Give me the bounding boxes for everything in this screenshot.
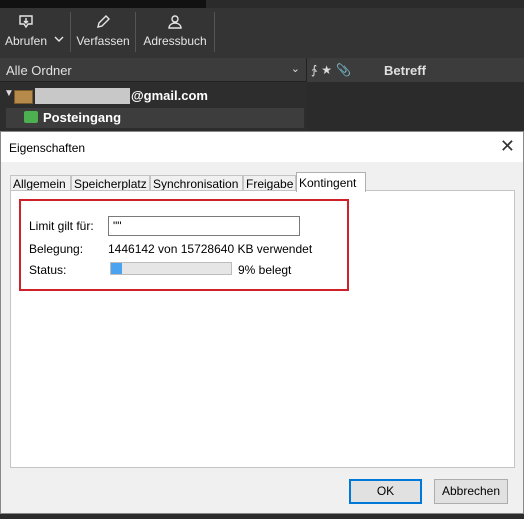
kontingent-panel: Limit gilt für: Belegung: 1446142 von 15… — [10, 190, 515, 468]
quota-progress-bar — [110, 262, 232, 275]
ok-button[interactable]: OK — [349, 479, 422, 504]
dialog-title: Eigenschaften — [9, 141, 86, 155]
redacted-email — [35, 88, 130, 104]
chevron-down-icon — [54, 36, 64, 42]
folder-pane-header[interactable]: Alle Ordner ⌄ — [0, 58, 306, 82]
usage-value: 1446142 von 15728640 KB verwendet — [108, 242, 313, 256]
tab-allgemein[interactable]: Allgemein — [10, 175, 71, 191]
contact-icon — [168, 15, 182, 29]
quota-progress-fill — [111, 263, 122, 274]
compose-label: Verfassen — [76, 34, 130, 48]
main-toolbar: Abrufen Verfassen Adressbuch — [0, 8, 524, 58]
cancel-button[interactable]: Abbrechen — [434, 479, 508, 504]
account-envelope-icon — [14, 90, 33, 104]
status-value: 9% belegt — [238, 263, 292, 277]
usage-label: Belegung: — [29, 242, 84, 256]
column-icons[interactable]: ∱★📎 — [311, 63, 355, 77]
folder-item-inbox[interactable]: Posteingang — [6, 108, 304, 128]
toolbar-separator — [70, 12, 71, 52]
expand-arrow-icon[interactable]: ▼ — [4, 88, 14, 99]
limit-field[interactable] — [108, 216, 300, 236]
get-messages-dropdown[interactable] — [52, 12, 66, 54]
inbox-icon — [24, 111, 38, 123]
get-messages-button[interactable]: Abrufen — [4, 12, 48, 54]
account-email-suffix: @gmail.com — [131, 88, 208, 103]
thread-pane-header: ∱★📎 Betreff — [306, 58, 524, 82]
pencil-icon — [97, 15, 110, 28]
tab-kontingent[interactable]: Kontingent — [296, 172, 366, 192]
address-book-button[interactable]: Adressbuch — [141, 12, 209, 54]
toolbar-separator — [135, 12, 136, 52]
properties-dialog: Eigenschaften ✕ Allgemein Speicherplatz … — [0, 131, 524, 514]
address-book-label: Adressbuch — [143, 34, 207, 48]
inbox-label: Posteingang — [43, 110, 122, 125]
tab-freigabe[interactable]: Freigabe — [243, 175, 296, 191]
tab-synchronisation[interactable]: Synchronisation — [150, 175, 243, 191]
compose-button[interactable]: Verfassen — [75, 12, 131, 54]
limit-label: Limit gilt für: — [29, 219, 94, 233]
download-icon — [19, 15, 33, 29]
subject-column-header[interactable]: Betreff — [384, 63, 426, 78]
folder-mode-label: Alle Ordner — [6, 63, 72, 78]
dialog-titlebar: Eigenschaften ✕ — [1, 132, 523, 162]
account-row[interactable]: ▼ @gmail.com — [0, 86, 306, 106]
toolbar-separator — [214, 12, 215, 52]
tab-speicherplatz[interactable]: Speicherplatz — [71, 175, 150, 191]
get-messages-label: Abrufen — [4, 34, 48, 48]
close-icon[interactable]: ✕ — [500, 136, 515, 156]
chevron-down-icon[interactable]: ⌄ — [291, 62, 300, 75]
highlight-box: Limit gilt für: Belegung: 1446142 von 15… — [19, 199, 349, 291]
folder-pane: ▼ @gmail.com Posteingang — [0, 82, 306, 132]
status-label: Status: — [29, 263, 67, 277]
